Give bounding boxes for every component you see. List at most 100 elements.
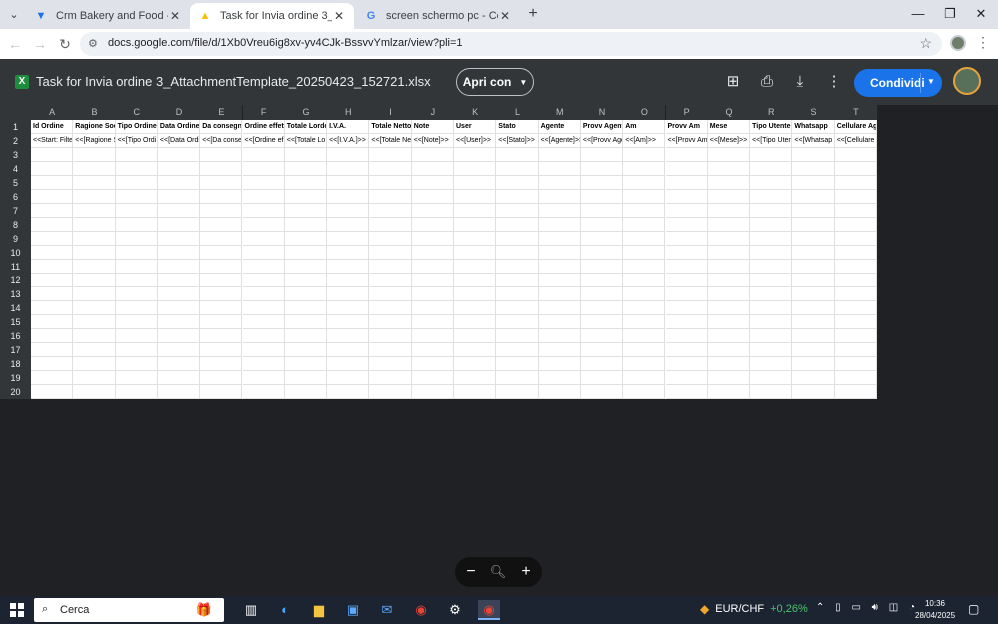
clock[interactable]: 10:36 28/04/2025 xyxy=(915,598,955,622)
tab-search-button[interactable]: ⌄ xyxy=(5,6,23,24)
store-icon[interactable]: ▣ xyxy=(342,600,364,620)
row-header: 5 xyxy=(0,175,31,190)
print-icon[interactable]: ⎙ xyxy=(757,72,777,92)
sheet-cell xyxy=(834,287,877,302)
tab-drive-file[interactable]: ▲ Task for Invia ordine 3_AttachmentTemp… xyxy=(190,3,354,29)
new-tab-button[interactable]: + xyxy=(524,5,542,23)
row-header: 16 xyxy=(0,329,31,344)
sheet-cell xyxy=(454,203,497,218)
sheet-cell xyxy=(157,343,201,358)
profile-avatar[interactable] xyxy=(950,35,966,51)
sheet-cell xyxy=(157,357,201,372)
stock-ticker[interactable]: ◆ EUR/CHF +0,26% xyxy=(700,602,808,616)
sheet-cell xyxy=(665,315,708,330)
sheet-cell: <<[Tipo Ordi xyxy=(115,133,158,148)
sheet-cell xyxy=(31,357,74,372)
taskbar-search[interactable]: ⌕ Cerca 🎁 xyxy=(34,598,224,622)
sheet-cell xyxy=(496,343,539,358)
sheet-cell xyxy=(369,203,412,218)
chrome-icon[interactable]: ◉ xyxy=(410,600,432,620)
sheet-cell xyxy=(623,329,666,344)
sheet-cell xyxy=(115,203,158,218)
row-header: 18 xyxy=(0,357,31,372)
add-comment-icon[interactable]: ⊞ xyxy=(723,72,743,92)
sheet-cell xyxy=(750,371,793,386)
sheet-cell xyxy=(284,161,328,176)
site-info-icon[interactable]: ⚙ xyxy=(88,37,98,50)
close-window-button[interactable]: ✕ xyxy=(966,4,996,24)
sheet-cell xyxy=(369,343,412,358)
sheet-cell xyxy=(115,371,158,386)
sheet-cell xyxy=(411,343,454,358)
more-actions-icon[interactable]: ⋮ xyxy=(824,72,844,92)
url-text[interactable]: docs.google.com/file/d/1Xb0Vreu6ig8xv-yv… xyxy=(108,37,463,49)
sheet-cell xyxy=(284,147,328,162)
sheet-cell xyxy=(792,189,835,204)
sheet-cell xyxy=(369,245,412,260)
chrome-active-icon[interactable]: ◉ xyxy=(478,600,500,620)
sheet-cell xyxy=(369,231,412,246)
forward-button[interactable]: → xyxy=(31,35,49,53)
sheet-cell xyxy=(750,329,793,344)
start-button[interactable] xyxy=(10,603,24,617)
sheet-cell xyxy=(115,231,158,246)
sheet-cell xyxy=(707,245,751,260)
sheet-cell xyxy=(623,189,666,204)
sheet-cell xyxy=(454,161,497,176)
column-header: E xyxy=(200,105,243,120)
sheet-cell xyxy=(707,175,751,190)
minimize-button[interactable]: — xyxy=(903,4,933,24)
file-explorer-icon[interactable]: ▆ xyxy=(308,600,330,620)
tab-appsheet[interactable]: ▼ Crm Bakery and Food - AppSheet ✕ xyxy=(26,3,190,29)
sheet-cell: <<[Note]>> xyxy=(411,133,454,148)
sheet-cell: Data Ordine xyxy=(157,120,201,134)
row-header: 7 xyxy=(0,203,31,218)
browser-menu-icon[interactable]: ⋮ xyxy=(976,34,990,51)
tab-google-search[interactable]: G screen schermo pc - Cerca con Google ✕ xyxy=(356,3,520,29)
sheet-cell xyxy=(327,343,370,358)
column-header: A xyxy=(31,105,74,120)
sheet-cell xyxy=(834,329,877,344)
sheet-cell xyxy=(327,315,370,330)
close-icon[interactable]: ✕ xyxy=(168,9,182,23)
sheet-cell xyxy=(665,147,708,162)
mail-icon[interactable]: ✉ xyxy=(376,600,398,620)
sheet-cell xyxy=(242,385,285,400)
sheet-cell xyxy=(580,189,624,204)
sheet-cell xyxy=(834,273,877,288)
sheet-cell xyxy=(707,385,751,400)
sheet-cell xyxy=(411,175,454,190)
sheet-cell xyxy=(411,231,454,246)
settings-icon[interactable]: ⚙ xyxy=(444,600,466,620)
back-button[interactable]: ← xyxy=(6,35,24,53)
sheet-cell xyxy=(580,147,624,162)
close-icon[interactable]: ✕ xyxy=(332,9,346,23)
notifications-icon[interactable]: ▢ xyxy=(968,602,979,616)
open-with-button[interactable]: Apri con ▼ xyxy=(456,68,534,96)
sheet-cell xyxy=(242,147,285,162)
restore-button[interactable]: ❐ xyxy=(935,4,965,24)
download-icon[interactable]: ⤓ xyxy=(790,72,810,92)
edge-icon[interactable]: ◐ xyxy=(274,600,296,620)
address-bar[interactable]: ⚙ docs.google.com/file/d/1Xb0Vreu6ig8xv-… xyxy=(80,32,942,56)
share-button[interactable]: Condividi ▼ xyxy=(854,69,942,97)
account-avatar[interactable] xyxy=(953,67,981,95)
zoom-in-button[interactable]: + xyxy=(516,562,536,582)
task-view-icon[interactable]: ▥ xyxy=(240,600,262,620)
sheet-cell xyxy=(496,287,539,302)
sheet-cell xyxy=(73,315,116,330)
caret-down-icon[interactable]: ▼ xyxy=(927,77,935,86)
sheet-cell xyxy=(623,357,666,372)
close-icon[interactable]: ✕ xyxy=(498,9,512,23)
zoom-out-button[interactable]: − xyxy=(461,562,481,582)
sheet-cell xyxy=(623,231,666,246)
reload-button[interactable]: ↻ xyxy=(56,35,74,53)
bookmark-star-icon[interactable]: ☆ xyxy=(919,35,932,52)
sheet-cell xyxy=(157,273,201,288)
sheet-cell xyxy=(284,259,328,274)
drive-icon: ▲ xyxy=(199,10,211,22)
sheet-cell xyxy=(200,203,243,218)
zoom-magnifier-icon[interactable]: 🔍︎ xyxy=(488,562,508,582)
sheet-cell xyxy=(454,385,497,400)
system-tray[interactable]: ⌃ ▯ ▭ 🔊︎ ◫ ◔ xyxy=(816,602,919,613)
